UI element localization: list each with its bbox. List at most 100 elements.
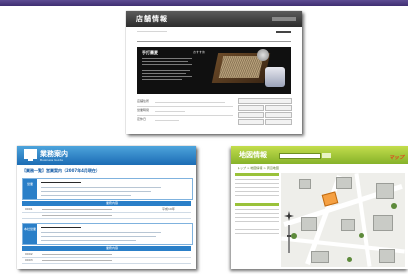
building [301,217,317,231]
building [336,177,352,189]
info-button[interactable] [238,119,264,125]
building [299,179,311,189]
block-line [41,236,156,237]
cup-photo [265,67,285,87]
info-button[interactable] [238,105,264,111]
list-item[interactable] [235,191,279,192]
map-area[interactable] [281,173,405,267]
breadcrumb: トップ > 地図情報 > 周辺地図 [237,166,279,170]
table-header: 業務内容 [22,246,191,251]
building [373,215,393,231]
map-info-header: 地図情報 マップ [231,146,408,164]
business-guide-title: 業務案内 [40,150,68,158]
table-row: 0003 [22,258,191,264]
compass-icon[interactable] [284,211,294,221]
list-header [235,203,279,206]
business-guide-screenshot[interactable]: 業務案内 Business Guide 【業務一覧】営業案内（2007年4月現在… [17,146,196,269]
list-item[interactable] [235,195,279,196]
guide-block: 営業 [22,178,193,200]
shop-info-header: 店舗情報 [126,11,302,27]
guide-table: 業務内容 0002 0003 [22,246,191,264]
tree [347,257,352,262]
map-side-list [235,173,279,263]
print-button[interactable] [276,31,291,33]
row-value [155,102,225,103]
info-button[interactable] [265,105,292,111]
block-line [41,232,161,233]
list-item[interactable] [235,229,279,230]
info-button[interactable] [265,112,292,118]
row-divider [137,115,233,116]
info-button[interactable] [238,112,264,118]
table-row [22,213,191,219]
shop-row-label: 店舗住所 [137,99,150,103]
list-item[interactable] [235,217,279,218]
info-button[interactable] [265,119,292,125]
row-value [155,111,185,112]
block-line [41,227,81,228]
tree [391,203,397,209]
list-item[interactable] [235,179,279,180]
row-divider [137,106,233,107]
row-value [155,120,179,121]
block-label: 営業 [23,179,37,199]
breadcrumb-line [137,31,167,32]
tree [359,233,364,238]
page-heading: 【業務一覧】営業案内（2007年4月現在） [22,168,100,173]
block-line [41,182,81,183]
building [341,219,355,231]
row-code: 0003 [25,258,33,262]
info-button[interactable] [238,98,292,104]
featured-title: 手打蕎麦 [142,50,158,55]
road [354,173,372,267]
top-accent-bar [0,0,408,6]
soba-noodles [218,56,264,78]
business-guide-subtitle: Business Guide [40,158,63,162]
row-code: 0001 [25,207,33,211]
guide-table: 業務内容 0001 平成19年 [22,201,191,219]
list-item[interactable] [235,209,279,210]
shop-row-label: 定休日 [137,117,147,121]
tree [291,233,297,239]
map-search-button[interactable] [322,153,331,158]
block-line [41,240,136,241]
block-line [41,195,131,196]
shop-info-title: 店舗情報 [136,15,168,23]
table-header: 業務内容 [22,201,191,206]
map-logo: マップ [388,155,404,161]
featured-banner: 手打蕎麦 おすすめ [137,47,291,94]
list-header [235,173,279,176]
header-nav-stub [272,17,296,21]
block-label: 本社営業 [23,224,37,244]
building [376,183,394,199]
shop-row-label: 営業時間 [137,108,150,112]
table-header-label: 業務内容 [106,201,119,205]
guide-block: 本社営業 [22,223,193,245]
map-search-input[interactable] [279,153,321,159]
monitor-icon [24,149,37,161]
list-item[interactable] [235,233,279,234]
map-info-screenshot[interactable]: 地図情報 マップ トップ > 地図情報 > 周辺地図 [231,146,408,269]
map-info-title: 地図情報 [239,151,267,159]
row-text [42,209,112,210]
block-line [41,187,161,188]
divider [137,41,291,42]
row-text [42,254,112,255]
list-item[interactable] [235,183,279,184]
featured-tag: おすすめ [193,50,206,54]
table-header-label: 業務内容 [106,246,119,250]
row-text [42,215,112,216]
row-text [42,260,112,261]
list-item[interactable] [235,221,279,222]
list-item[interactable] [235,187,279,188]
row-code: 0002 [25,252,33,256]
building [379,249,395,263]
block-line [41,191,151,192]
list-item[interactable] [235,213,279,214]
zoom-slider[interactable] [287,225,291,253]
building [311,251,329,263]
business-guide-header: 業務案内 Business Guide [17,146,196,165]
row-note: 平成19年 [162,207,175,211]
shop-info-screenshot[interactable]: 店舗情報 手打蕎麦 おすすめ 店舗住所 営業時間 定休日 [126,11,302,134]
bowl-photo [257,49,269,61]
